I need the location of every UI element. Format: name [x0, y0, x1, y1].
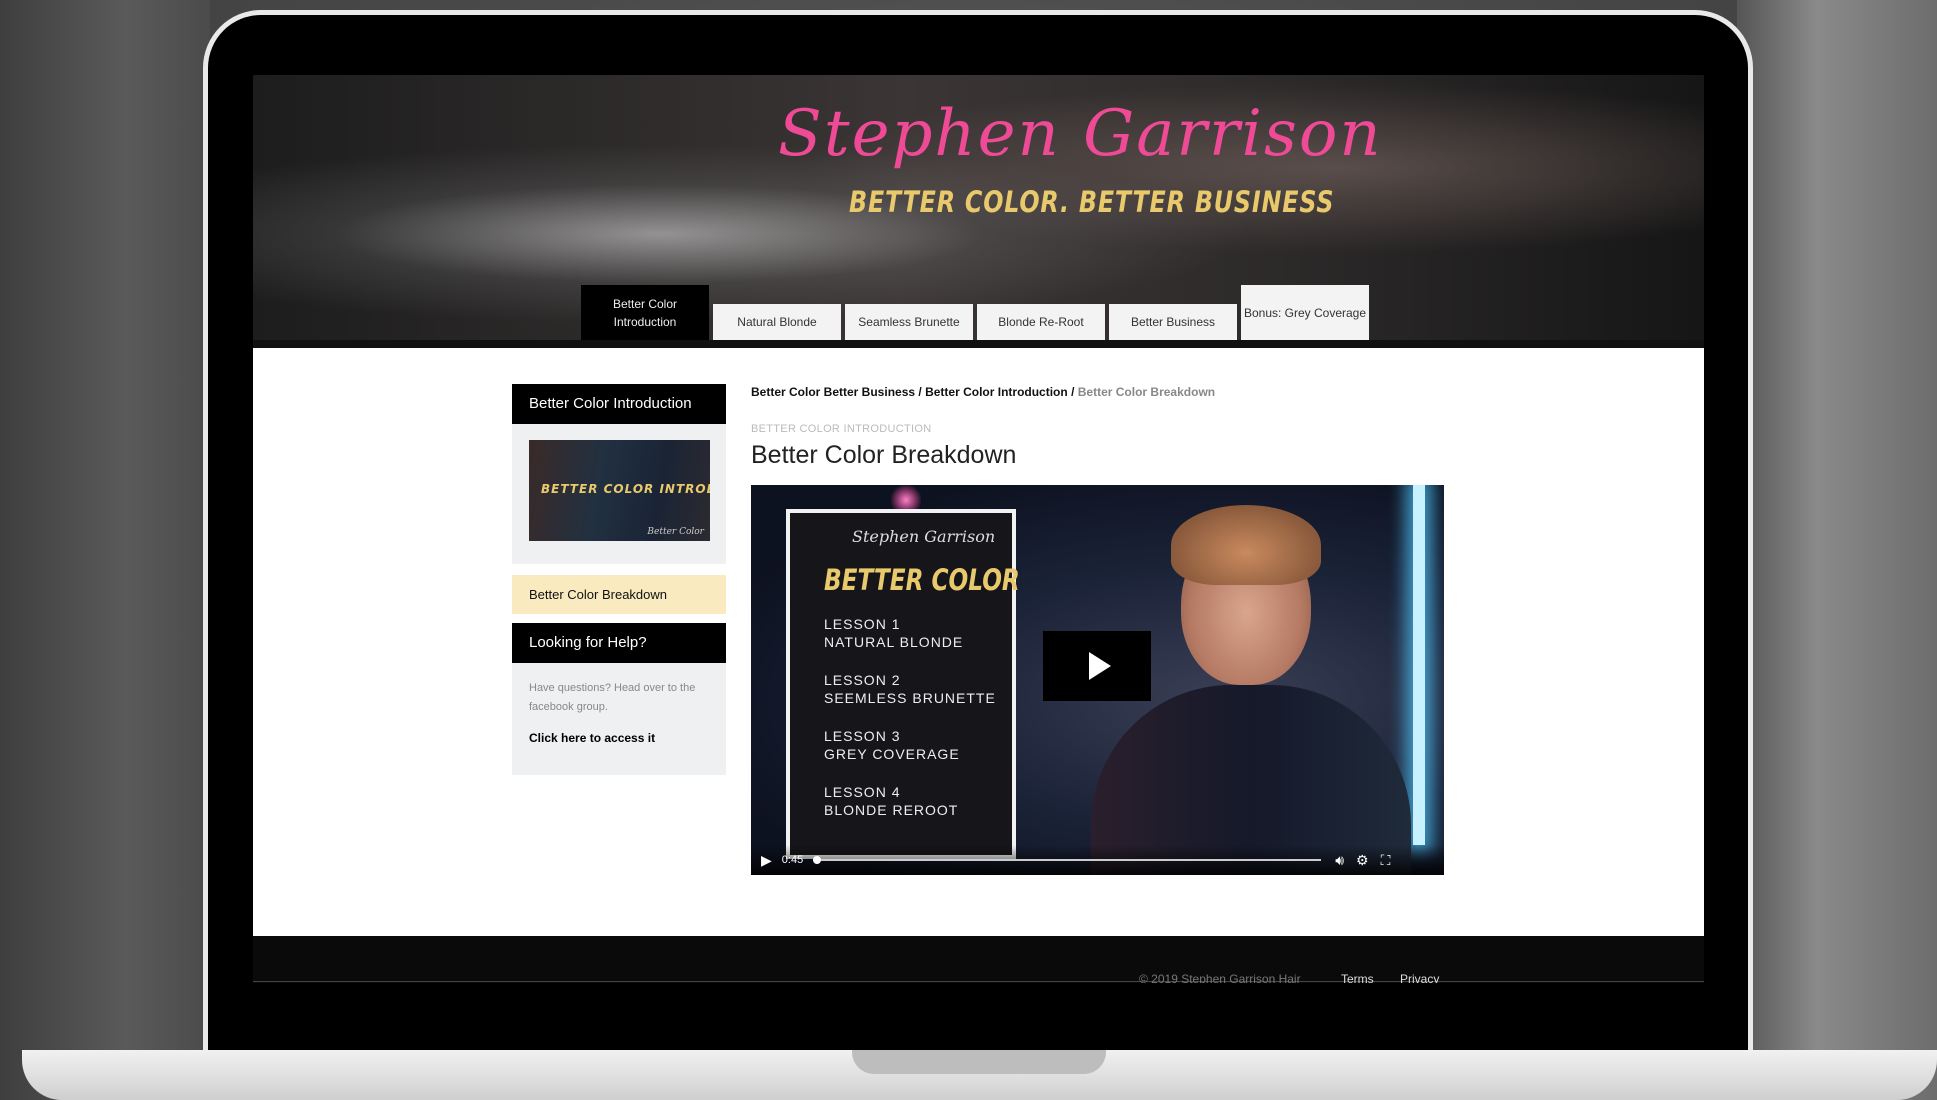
video-controls: ▶ 0:45 🔊︎ ⚙ ⛶ — [751, 845, 1444, 875]
gear-icon[interactable]: ⚙ — [1356, 852, 1369, 869]
card-signature: Stephen Garrison — [852, 527, 996, 546]
tab-natural-blonde[interactable]: Natural Blonde — [713, 304, 841, 340]
tab-better-color-introduction[interactable]: Better Color Introduction — [581, 285, 709, 340]
course-tabs: Better Color Introduction Natural Blonde… — [581, 285, 1373, 340]
breadcrumb-current: Better Color Breakdown — [1077, 385, 1216, 399]
video-time: 0:45 — [781, 854, 804, 866]
help-link[interactable]: Click here to access it — [529, 731, 655, 745]
tab-blonde-re-root[interactable]: Blonde Re-Root — [977, 304, 1105, 340]
lesson-number: LESSON 2 — [824, 672, 901, 688]
laptop-notch — [852, 1050, 1106, 1074]
lesson-kicker: BETTER COLOR INTRODUCTION — [751, 423, 932, 435]
breadcrumb: Better Color Better Business / Better Co… — [751, 385, 1215, 399]
video-player[interactable]: Stephen Garrison BETTER COLOR LESSON 1 N… — [751, 485, 1444, 875]
play-icon — [1089, 652, 1111, 680]
footer — [253, 936, 1704, 983]
laptop-screen: Stephen Garrison BETTER COLOR. BETTER BU… — [253, 75, 1704, 983]
lesson-name: SEEMLESS BRUNETTE — [824, 690, 996, 706]
tab-seamless-brunette[interactable]: Seamless Brunette — [845, 304, 973, 340]
breadcrumb-module[interactable]: Better Color Introduction — [925, 385, 1068, 399]
hero-divider — [253, 340, 1704, 348]
footer-terms-link[interactable]: Terms — [1341, 972, 1374, 983]
scrubber-handle[interactable] — [813, 856, 822, 864]
footer-divider — [253, 981, 1704, 982]
course-card: Stephen Garrison BETTER COLOR LESSON 1 N… — [786, 509, 1020, 859]
play-button[interactable] — [1043, 631, 1151, 701]
lesson-name: GREY COVERAGE — [824, 746, 960, 762]
sidebar-section-title: Better Color Introduction — [512, 384, 726, 424]
lesson-name: NATURAL BLONDE — [824, 634, 964, 650]
page-title: Better Color Breakdown — [751, 441, 1017, 469]
lesson-thumbnail[interactable]: BETTER COLOR INTRODUCTION Better Color — [529, 440, 710, 541]
hero-banner: Stephen Garrison BETTER COLOR. BETTER BU… — [253, 75, 1704, 340]
thumbnail-signature: Better Color — [647, 527, 704, 537]
presenter-hair — [1171, 505, 1321, 585]
background-left — [0, 0, 210, 1100]
thumbnail-text: BETTER COLOR INTRODUCTION — [541, 482, 710, 496]
lesson-number: LESSON 3 — [824, 728, 901, 744]
card-title: BETTER COLOR — [824, 563, 1020, 597]
tab-bonus-grey-coverage[interactable]: Bonus: Grey Coverage — [1241, 285, 1369, 340]
lesson-number: LESSON 4 — [824, 784, 901, 800]
brand-script-name: Stephen Garrison — [778, 97, 1383, 171]
fullscreen-icon[interactable]: ⛶ — [1381, 852, 1391, 869]
card-lesson: LESSON 2 SEEMLESS BRUNETTE — [824, 671, 996, 707]
footer-privacy-link[interactable]: Privacy — [1400, 972, 1439, 983]
volume-icon[interactable]: 🔊︎ — [1335, 852, 1344, 869]
tab-better-business[interactable]: Better Business — [1109, 304, 1237, 340]
card-lesson: LESSON 1 NATURAL BLONDE — [824, 615, 963, 651]
breadcrumb-sep: / — [915, 385, 926, 399]
background-right — [1737, 0, 1937, 1100]
footer-copyright: © 2019 Stephen Garrison Hair — [1139, 972, 1301, 983]
lesson-name: BLONDE REROOT — [824, 802, 959, 818]
play-icon[interactable]: ▶ — [761, 852, 772, 869]
sidebar-lesson-better-color-breakdown[interactable]: Better Color Breakdown — [512, 575, 726, 614]
card-lesson: LESSON 4 BLONDE REROOT — [824, 783, 958, 819]
help-panel: Have questions? Head over to the faceboo… — [512, 663, 726, 775]
card-lesson: LESSON 3 GREY COVERAGE — [824, 727, 960, 763]
help-text: Have questions? Head over to the faceboo… — [529, 682, 696, 713]
sidebar-thumbnail-panel: BETTER COLOR INTRODUCTION Better Color — [512, 424, 726, 564]
help-title: Looking for Help? — [512, 623, 726, 663]
video-scrubber[interactable] — [813, 856, 1322, 864]
breadcrumb-course[interactable]: Better Color Better Business — [751, 385, 915, 399]
brand-tagline: BETTER COLOR. BETTER BUSINESS — [849, 185, 1335, 219]
lesson-number: LESSON 1 — [824, 616, 901, 632]
breadcrumb-sep: / — [1067, 385, 1078, 399]
